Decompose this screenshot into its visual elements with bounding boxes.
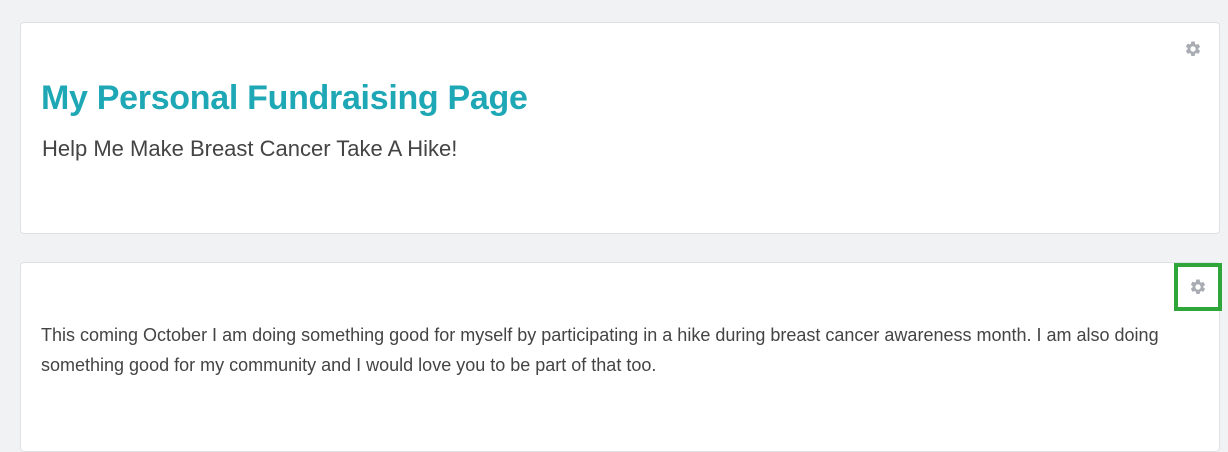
- highlighted-settings-box: [1174, 263, 1222, 311]
- story-text: This coming October I am doing something…: [41, 325, 1159, 375]
- page-title: My Personal Fundraising Page: [41, 79, 528, 117]
- story-settings-button[interactable]: [1188, 277, 1208, 297]
- page-subtitle: Help Me Make Breast Cancer Take A Hike!: [42, 136, 458, 161]
- header-settings-button[interactable]: [1183, 39, 1203, 59]
- gear-icon: [1185, 41, 1201, 56]
- gear-icon: [1190, 279, 1206, 294]
- story-panel: This coming October I am doing something…: [20, 262, 1222, 452]
- header-panel: My Personal Fundraising Page Help Me Mak…: [20, 22, 1220, 234]
